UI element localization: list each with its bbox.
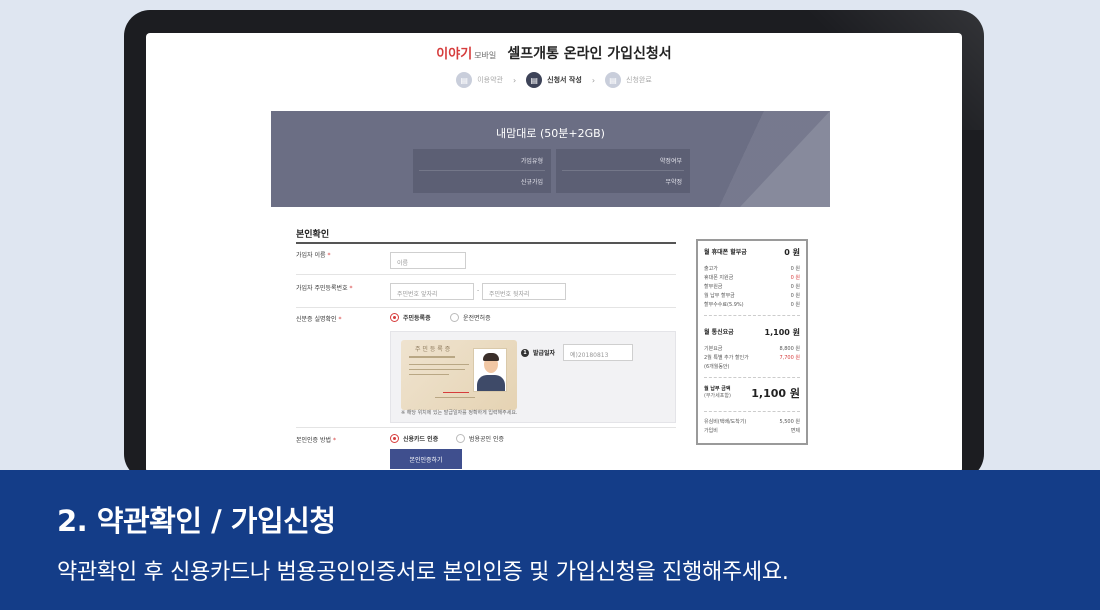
summary-item: 기본요금 8,800 원 [704, 346, 800, 352]
verify-button[interactable]: 본인인증하기 [390, 449, 462, 469]
rrn-dash: - [477, 287, 480, 294]
radio-selected-icon [390, 313, 399, 322]
document-icon: ▤ [605, 72, 622, 88]
chevron-right-icon: › [512, 75, 517, 85]
caption-description: 약관확인 후 신용카드나 범용공인인증서로 본인인증 및 가입신청을 진행해주세… [57, 560, 789, 585]
radio-credit-card[interactable]: 신용카드 인증 [390, 434, 438, 443]
plan-info-value: 신규가입 [520, 179, 543, 186]
step-complete: ▤ 신청완료 [605, 72, 652, 88]
summary-item: 2월 특별 추가 할인가 7,700 원 [704, 355, 800, 361]
rrn-front-input[interactable]: 주민번호 앞자리 [390, 283, 474, 300]
plan-banner: 내맘대로 (50분+2GB) 가입유형 신규가입 약정여부 무약정 [271, 111, 830, 207]
radio-certificate[interactable]: 범용공인 인증 [456, 434, 504, 443]
radio-driver-license[interactable]: 운전면허증 [450, 313, 491, 322]
section-title: 본인확인 [296, 230, 330, 240]
plan-name: 내맘대로 (50분+2GB) [496, 127, 605, 140]
rrn-back-input[interactable]: 주민번호 뒷자리 [482, 283, 566, 300]
document-icon: ▤ [456, 72, 473, 88]
device-installment: 월 휴대폰 할부금 0 원 [704, 248, 800, 257]
name-row: 가입자 이름 * 이름 [296, 243, 676, 275]
id-photo [473, 348, 507, 392]
rrn-row: 가입자 주민등록번호 * 주민번호 앞자리 - 주민번호 뒷자리 [296, 275, 676, 308]
issue-date-label: 1 발급일자 [521, 348, 555, 357]
plan-info-contract: 약정여부 무약정 [556, 149, 690, 193]
brand-sub: 모바일 [474, 51, 497, 60]
summary-item: 유심비(택배/도착기) 5,500 원 [704, 419, 800, 425]
step-terms: ▤ 이용약관 [456, 72, 503, 88]
plan-info-join-type: 가입유형 신규가입 [413, 149, 551, 193]
tablet-screen: 이야기 모바일 셀프개통 온라인 가입신청서 ▤ 이용약관 › ▤ 신청서 작성 … [146, 33, 962, 473]
issue-number-badge: 1 [521, 348, 529, 357]
chevron-right-icon: › [591, 75, 596, 85]
page-header: 이야기 모바일 셀프개통 온라인 가입신청서 [146, 33, 962, 67]
summary-item: 출고가 0 원 [704, 266, 800, 272]
document-icon: ▤ [526, 72, 543, 88]
summary-item: 가입비 면제 [704, 428, 800, 434]
step-label: 신청서 작성 [547, 76, 582, 84]
issue-date-input[interactable]: 예)20180813 [563, 344, 633, 361]
step-indicator: ▤ 이용약관 › ▤ 신청서 작성 › ▤ 신청완료 [146, 67, 962, 93]
auth-label: 본인인증 방법 * [296, 437, 336, 444]
auth-row: 본인인증 방법 * 신용카드 인증 범용공인 인증 [296, 427, 676, 447]
price-summary: 월 휴대폰 할부금 0 원 출고가 0 원 휴대폰 지원금 0 원 할부원금 0 원 월… [696, 239, 808, 445]
rrn-label: 가입자 주민등록번호 * [296, 285, 353, 292]
step-application: ▤ 신청서 작성 [526, 72, 582, 88]
summary-item: 할부수수료(5.9%) 0 원 [704, 302, 800, 308]
page-title: 셀프개통 온라인 가입신청서 [507, 46, 672, 62]
plan-info-value: 무약정 [665, 179, 682, 186]
radio-unselected-icon [450, 313, 459, 322]
brand-logo: 이야기 [436, 47, 473, 62]
idcard-title: 주 민 등 록 증 [415, 346, 451, 353]
radio-resident-card[interactable]: 주민등록증 [390, 313, 431, 322]
name-input[interactable]: 이름 [390, 252, 466, 269]
radio-unselected-icon [456, 434, 465, 443]
idcard-guide: 주 민 등 록 증 1 발급일자 예)20180813 ※ 해당 위치에 있는 … [390, 331, 676, 423]
caption-banner: 2. 약관확인 / 가입신청 약관확인 후 신용카드나 범용공인인증서로 본인인… [0, 470, 1100, 610]
idcheck-row: 신분증 실명확인 * 주민등록증 운전면허증 [296, 308, 676, 328]
monthly-fee: 월 통신요금 1,100 원 [704, 328, 800, 337]
summary-item: (6개월동안) [704, 364, 730, 370]
idcard-image: 주 민 등 록 증 [401, 340, 517, 410]
summary-item: 월 납부 할부금 0 원 [704, 293, 800, 299]
summary-item: 휴대폰 지원금 0 원 [704, 275, 800, 281]
plan-info-label: 가입유형 [520, 158, 543, 165]
name-label: 가입자 이름 * [296, 252, 331, 259]
step-label: 이용약관 [477, 76, 503, 84]
idcheck-label: 신분증 실명확인 * [296, 316, 342, 323]
summary-item: 할부원금 0 원 [704, 284, 800, 290]
radio-selected-icon [390, 434, 399, 443]
monthly-total: 월 납부 금액 (부가세포함) 1,100 원 [704, 386, 800, 400]
plan-info-label: 약정여부 [659, 158, 682, 165]
idcard-note: ※ 해당 위치에 있는 발급일자를 정확하게 입력해주세요. [401, 410, 518, 416]
caption-title: 2. 약관확인 / 가입신청 [57, 504, 336, 538]
step-label: 신청완료 [626, 76, 652, 84]
